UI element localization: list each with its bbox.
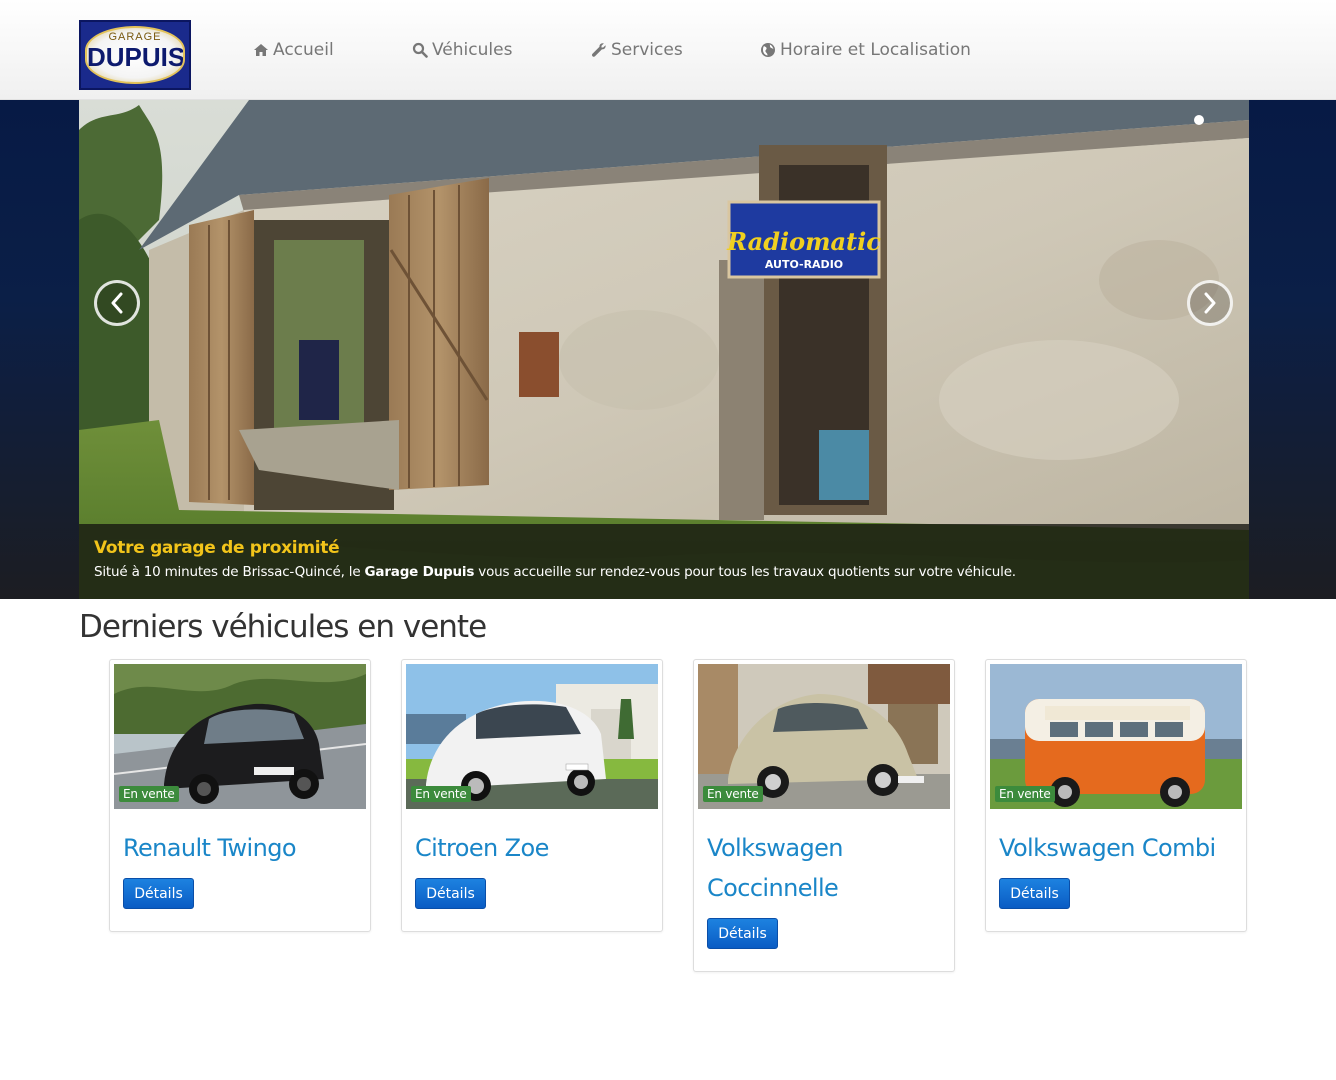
hero-carousel: Radiomatic AUTO-RADIO Votre garage de pr… — [0, 100, 1336, 599]
vehicle-title[interactable]: Volkswagen Coccinnelle — [707, 828, 947, 908]
sign-radiomatic-text: Radiomatic — [726, 227, 881, 256]
vehicle-title[interactable]: Volkswagen Combi — [999, 828, 1239, 868]
vehicle-image[interactable]: En vente — [114, 664, 366, 809]
vehicle-image[interactable]: En vente — [406, 664, 658, 809]
nav-services[interactable]: Services — [591, 38, 683, 62]
logo-main-text: DUPUIS — [87, 42, 185, 72]
caption-text-bold: Garage Dupuis — [364, 564, 475, 580]
nav-vehicules-label: Véhicules — [432, 40, 513, 60]
details-button[interactable]: Détails — [123, 878, 194, 909]
details-button[interactable]: Détails — [999, 878, 1070, 909]
caption-title: Votre garage de proximité — [94, 538, 340, 558]
chevron-right-icon — [1204, 292, 1216, 314]
for-sale-badge: En vente — [995, 786, 1055, 802]
nav-services-label: Services — [611, 40, 683, 60]
sign-autoradio-text: AUTO-RADIO — [765, 258, 843, 271]
caption-text: Situé à 10 minutes de Brissac-Quincé, le… — [94, 564, 1234, 580]
carousel-prev-button[interactable] — [94, 280, 140, 326]
globe-icon — [761, 43, 775, 57]
garage-logo[interactable]: GARAGE DUPUIS — [79, 20, 191, 90]
carousel-next-button[interactable] — [1187, 280, 1233, 326]
home-icon — [254, 44, 268, 56]
carousel-indicator-active[interactable] — [1194, 115, 1204, 125]
caption-text-after: vous accueille sur rendez-vous pour tous… — [474, 564, 1016, 580]
carousel-caption: Votre garage de proximité Situé à 10 min… — [79, 524, 1249, 599]
vehicle-card: En vente Citroen Zoe Détails — [401, 659, 663, 932]
for-sale-badge: En vente — [411, 786, 471, 802]
for-sale-badge: En vente — [703, 786, 763, 802]
nav-horaire-localisation[interactable]: Horaire et Localisation — [760, 38, 971, 62]
nav-accueil-label: Accueil — [273, 40, 334, 60]
carousel-slide: Radiomatic AUTO-RADIO Votre garage de pr… — [79, 100, 1249, 599]
wrench-icon — [591, 43, 606, 57]
vehicle-card: En vente Volkswagen Combi Détails — [985, 659, 1247, 932]
caption-text-before: Situé à 10 minutes de Brissac-Quincé, le — [94, 564, 365, 580]
vehicle-image[interactable]: En vente — [698, 664, 950, 809]
chevron-left-icon — [111, 292, 123, 314]
vehicle-title[interactable]: Renault Twingo — [123, 828, 363, 868]
nav-horaire-label: Horaire et Localisation — [780, 40, 971, 60]
logo-emblem: GARAGE DUPUIS — [85, 26, 185, 84]
vehicle-card: En vente Renault Twingo Détails — [109, 659, 371, 932]
vehicle-image[interactable]: En vente — [990, 664, 1242, 809]
search-icon — [412, 42, 428, 58]
for-sale-badge: En vente — [119, 786, 179, 802]
navbar: GARAGE DUPUIS Accueil Véhicules Services… — [0, 0, 1336, 100]
nav-accueil[interactable]: Accueil — [253, 38, 334, 62]
section-title: Derniers véhicules en vente — [79, 609, 487, 645]
vehicle-card: En vente Volkswagen Coccinnelle Détails — [693, 659, 955, 972]
details-button[interactable]: Détails — [707, 918, 778, 949]
vehicle-title[interactable]: Citroen Zoe — [415, 828, 655, 868]
details-button[interactable]: Détails — [415, 878, 486, 909]
nav-vehicules[interactable]: Véhicules — [412, 38, 512, 62]
